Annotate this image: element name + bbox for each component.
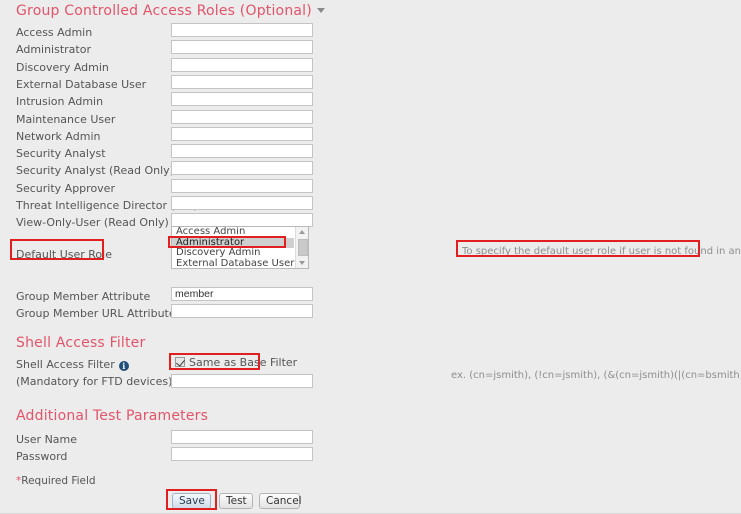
group-role-input[interactable] bbox=[171, 178, 313, 193]
additional-test-input[interactable] bbox=[171, 447, 313, 462]
group-role-input[interactable] bbox=[171, 196, 313, 210]
additional-test-input[interactable] bbox=[171, 430, 313, 444]
same-as-base-filter-checkbox[interactable] bbox=[175, 357, 185, 367]
group-role-label: Security Analyst (Read Only) bbox=[16, 164, 174, 178]
group-role-input[interactable] bbox=[171, 109, 313, 124]
listbox-option[interactable]: External Database User bbox=[172, 258, 294, 268]
group-role-label: Network Admin bbox=[16, 129, 101, 143]
listbox-option[interactable]: Access Admin bbox=[172, 227, 294, 238]
default-user-role-listbox[interactable]: Access Admin Administrator Discovery Admin… bbox=[171, 226, 309, 269]
group-role-label: Maintenance User bbox=[16, 112, 116, 126]
group-role-row: Network Admin bbox=[0, 126, 741, 145]
group-role-row: Security Approver bbox=[0, 178, 741, 197]
scroll-up-arrow-icon[interactable] bbox=[296, 227, 308, 237]
group-role-row: View-Only-User (Read Only) bbox=[0, 213, 741, 231]
group-member-input[interactable] bbox=[171, 287, 313, 301]
group-role-row: Administrator bbox=[0, 40, 741, 58]
additional-test-label: User Name bbox=[16, 433, 78, 446]
group-role-label: Intrusion Admin bbox=[16, 95, 104, 109]
group-role-label: Administrator bbox=[16, 43, 91, 57]
group-member-label: Group Member Attribute bbox=[16, 290, 151, 303]
required-field-note: *Required Field bbox=[16, 475, 96, 487]
group-role-row: External Database User bbox=[0, 74, 741, 93]
group-role-row: Discovery Admin bbox=[0, 57, 741, 76]
group-role-input[interactable] bbox=[171, 57, 313, 72]
group-role-label: Discovery Admin bbox=[16, 60, 109, 74]
same-as-base-filter-label: Same as Base Filter bbox=[189, 356, 298, 369]
section-title-additional-test: Additional Test Parameters bbox=[16, 408, 209, 424]
group-member-row: Group Member URL Attribute bbox=[0, 304, 741, 322]
shell-access-filter-label-text: Shell Access Filter bbox=[16, 358, 115, 371]
scroll-down-arrow-icon[interactable] bbox=[296, 258, 308, 268]
default-user-role-note: To specify the default user role if user… bbox=[462, 246, 741, 257]
group-role-input[interactable] bbox=[171, 92, 313, 107]
cancel-button[interactable]: Cancel bbox=[259, 493, 302, 509]
group-role-row: Access Admin bbox=[0, 23, 741, 41]
shell-access-filter-input[interactable] bbox=[171, 374, 313, 388]
group-role-label: Access Admin bbox=[16, 26, 93, 39]
test-button[interactable]: Test bbox=[219, 493, 253, 509]
info-icon[interactable]: i bbox=[118, 361, 129, 371]
section-title-group-roles-label: Group Controlled Access Roles (Optional) bbox=[16, 3, 312, 19]
group-role-row: Threat Intelligence Director (TID) User bbox=[0, 196, 741, 214]
group-role-label: View-Only-User (Read Only) bbox=[16, 216, 169, 230]
group-member-row: Group Member Attribute bbox=[0, 287, 741, 305]
group-role-row: Security Analyst (Read Only) bbox=[0, 161, 741, 179]
group-role-input[interactable] bbox=[171, 74, 313, 89]
group-role-label: Security Analyst bbox=[16, 147, 106, 161]
scrollbar-thumb[interactable] bbox=[297, 239, 308, 256]
same-as-base-filter-checkbox-row[interactable]: Same as Base Filter bbox=[175, 357, 297, 369]
shell-access-filter-label: Shell Access Filter i bbox=[16, 358, 129, 372]
group-role-row: Maintenance User bbox=[0, 109, 741, 128]
group-member-label: Group Member URL Attribute bbox=[16, 307, 176, 321]
listbox-option[interactable]: Discovery Admin bbox=[172, 247, 294, 259]
group-role-row: Intrusion Admin bbox=[0, 92, 741, 110]
group-role-input[interactable] bbox=[171, 126, 313, 141]
group-role-label: External Database User bbox=[16, 77, 147, 91]
required-field-text: Required Field bbox=[21, 475, 96, 487]
default-user-role-options[interactable]: Access Admin Administrator Discovery Admin… bbox=[172, 227, 294, 268]
group-member-input[interactable] bbox=[171, 304, 313, 319]
default-user-role-label: Default User Role bbox=[16, 248, 112, 261]
additional-test-row: Password bbox=[0, 447, 741, 465]
group-role-input[interactable] bbox=[171, 161, 313, 176]
additional-test-row: User Name bbox=[0, 430, 741, 448]
additional-test-label: Password bbox=[16, 450, 68, 464]
group-role-input[interactable] bbox=[171, 144, 313, 159]
group-role-label: Security Approver bbox=[16, 181, 115, 195]
section-title-group-roles: Group Controlled Access Roles (Optional) bbox=[16, 3, 325, 19]
chevron-down-icon[interactable] bbox=[316, 8, 325, 13]
group-role-row: Security Analyst bbox=[0, 144, 741, 162]
shell-access-filter-example: ex. (cn=jsmith), (!cn=jsmith), (&(cn=jsm… bbox=[451, 370, 741, 381]
group-role-input[interactable] bbox=[171, 40, 313, 55]
section-title-shell-access: Shell Access Filter bbox=[16, 335, 146, 351]
listbox-scrollbar[interactable] bbox=[295, 227, 308, 268]
shell-access-filter-sublabel: (Mandatory for FTD devices) bbox=[16, 375, 173, 388]
group-role-input[interactable] bbox=[171, 23, 313, 37]
save-button[interactable]: Save bbox=[172, 493, 211, 509]
